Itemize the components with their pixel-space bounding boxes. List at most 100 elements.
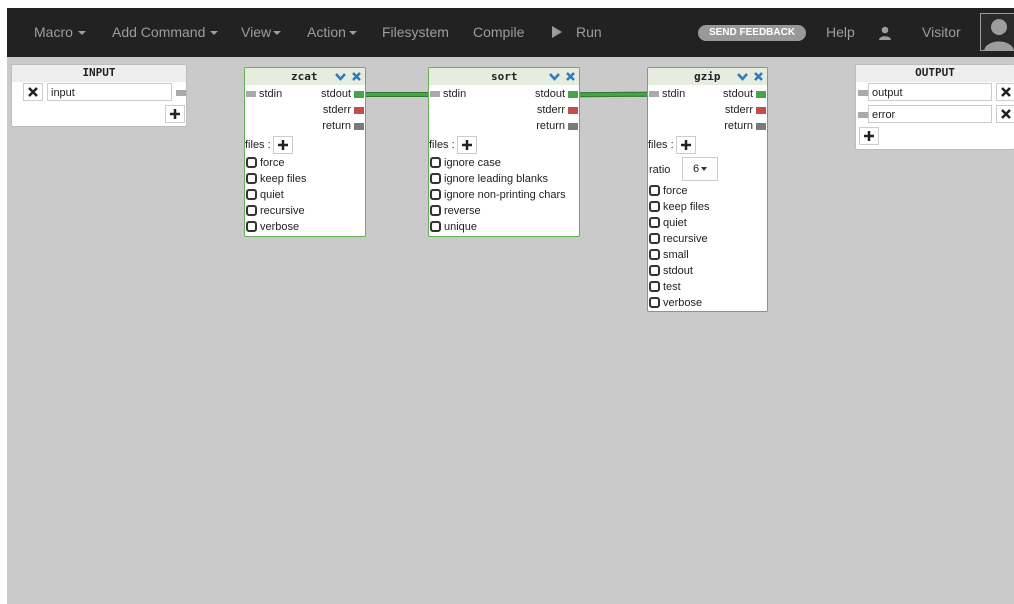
workflow-canvas[interactable]: INPUT input zcat stdin stdout stderr ret… [7,57,1014,604]
plus-icon [461,140,472,151]
output-in-port[interactable] [858,90,868,96]
caret-down-icon [348,31,357,36]
gzip-option-verbose[interactable]: verbose [649,295,702,311]
zcat-add-file-button[interactable] [272,136,293,155]
user-icon-svg [879,26,891,41]
remove-output-button[interactable] [996,83,1014,101]
sort-return-port[interactable]: return [536,119,578,133]
sort-option-ignore-case[interactable]: ignore case [430,155,501,171]
gzip-option-quiet[interactable]: quiet [649,215,687,231]
zcat-option-force[interactable]: force [246,155,284,171]
port-handle [568,106,578,114]
close-icon[interactable] [352,72,361,81]
sort-stdout-port[interactable]: stdout [535,87,578,101]
nav-help[interactable]: Help [826,8,855,57]
nav-compile[interactable]: Compile [473,8,524,57]
input-node-title[interactable]: INPUT [12,65,186,82]
caret-down-icon [77,31,86,36]
radio-icon [246,172,257,184]
error-name-field[interactable]: error [868,105,992,123]
sort-node[interactable]: sort stdin stdout stderr return files : … [428,67,580,237]
plus-icon [864,131,874,141]
gzip-ratio-select[interactable]: 6 [682,157,718,181]
chevron-down-icon[interactable] [549,72,560,81]
sort-option-ignore-non-printing[interactable]: ignore non-printing chars [430,187,566,203]
radio-icon [649,264,660,276]
nav-action-menu[interactable]: Action [307,8,357,57]
gzip-option-small[interactable]: small [649,247,689,263]
sort-files-row: files : [429,136,477,155]
sort-stdin-port[interactable]: stdin [430,87,466,101]
zcat-option-recursive[interactable]: recursive [246,203,305,219]
radio-icon [430,172,441,184]
error-in-port[interactable] [858,112,868,118]
nav-filesystem[interactable]: Filesystem [382,8,449,57]
gzip-option-test[interactable]: test [649,279,681,295]
sort-add-file-button[interactable] [456,136,477,155]
avatar-silhouette-icon [984,19,1014,50]
zcat-option-keep-files[interactable]: keep files [246,171,306,187]
caret-down-icon [273,31,282,36]
output-node-title[interactable]: OUTPUT [856,65,1014,82]
zcat-stdin-port[interactable]: stdin [246,87,282,101]
input-node[interactable]: INPUT input [11,64,187,127]
gzip-node-header[interactable]: gzip [648,68,767,85]
gzip-option-keep-files[interactable]: keep files [649,199,709,215]
radio-icon [430,188,441,200]
zcat-stdout-port[interactable]: stdout [321,87,364,101]
zcat-node-header[interactable]: zcat [245,68,365,85]
nav-view-menu[interactable]: View [241,8,282,57]
sort-stderr-port[interactable]: stderr [537,103,578,117]
add-input-button[interactable] [165,105,185,123]
radio-icon [430,220,441,232]
send-feedback-button[interactable]: SEND FEEDBACK [698,25,806,41]
nav-visitor[interactable]: Visitor [922,8,961,57]
wire-zcat-to-sort[interactable] [361,92,432,97]
zcat-node[interactable]: zcat stdin stdout stderr return files : … [244,67,366,237]
plus-icon [277,140,288,151]
avatar[interactable] [980,13,1014,51]
close-icon[interactable] [566,72,575,81]
gzip-stdout-port[interactable]: stdout [723,87,766,101]
add-output-button[interactable] [859,127,879,145]
input-name-field[interactable]: input [47,83,172,101]
gzip-option-recursive[interactable]: recursive [649,231,708,247]
port-handle [354,122,364,130]
remove-error-button[interactable] [996,105,1014,123]
nav-macro-menu[interactable]: Macro [34,8,86,57]
gzip-add-file-button[interactable] [675,136,696,155]
radio-icon [430,156,441,168]
gzip-return-port[interactable]: return [724,119,766,133]
nav-add-command-menu[interactable]: Add Command [112,8,219,57]
sort-option-reverse[interactable]: reverse [430,203,481,219]
nav-run[interactable]: Run [552,8,602,57]
sort-node-header[interactable]: sort [429,68,579,85]
output-name-field[interactable]: output [868,83,992,101]
chevron-down-icon[interactable] [737,72,748,81]
input-out-port[interactable] [176,90,186,96]
radio-icon [649,232,660,244]
zcat-return-port[interactable]: return [322,119,364,133]
zcat-files-row: files : [245,136,293,155]
zcat-option-quiet[interactable]: quiet [246,187,284,203]
radio-icon [246,156,257,168]
zcat-option-verbose[interactable]: verbose [246,219,299,235]
output-node[interactable]: OUTPUT output error [855,64,1014,150]
gzip-stderr-port[interactable]: stderr [725,103,766,117]
chevron-down-icon[interactable] [335,72,346,81]
gzip-node[interactable]: gzip stdin stdout stderr return files : … [647,67,768,312]
zcat-stderr-port[interactable]: stderr [323,103,364,117]
wire-sort-to-gzip[interactable] [578,91,651,98]
play-icon [552,26,562,39]
radio-icon [649,280,660,292]
sort-option-ignore-leading-blanks[interactable]: ignore leading blanks [430,171,548,187]
sort-option-unique[interactable]: unique [430,219,477,235]
gzip-option-force[interactable]: force [649,183,687,199]
gzip-stdin-port[interactable]: stdin [649,87,685,101]
close-icon [1001,87,1011,97]
close-icon[interactable] [754,72,763,81]
user-icon[interactable] [878,8,892,57]
radio-icon [649,216,660,228]
gzip-option-stdout[interactable]: stdout [649,263,693,279]
remove-input-button[interactable] [23,83,43,101]
